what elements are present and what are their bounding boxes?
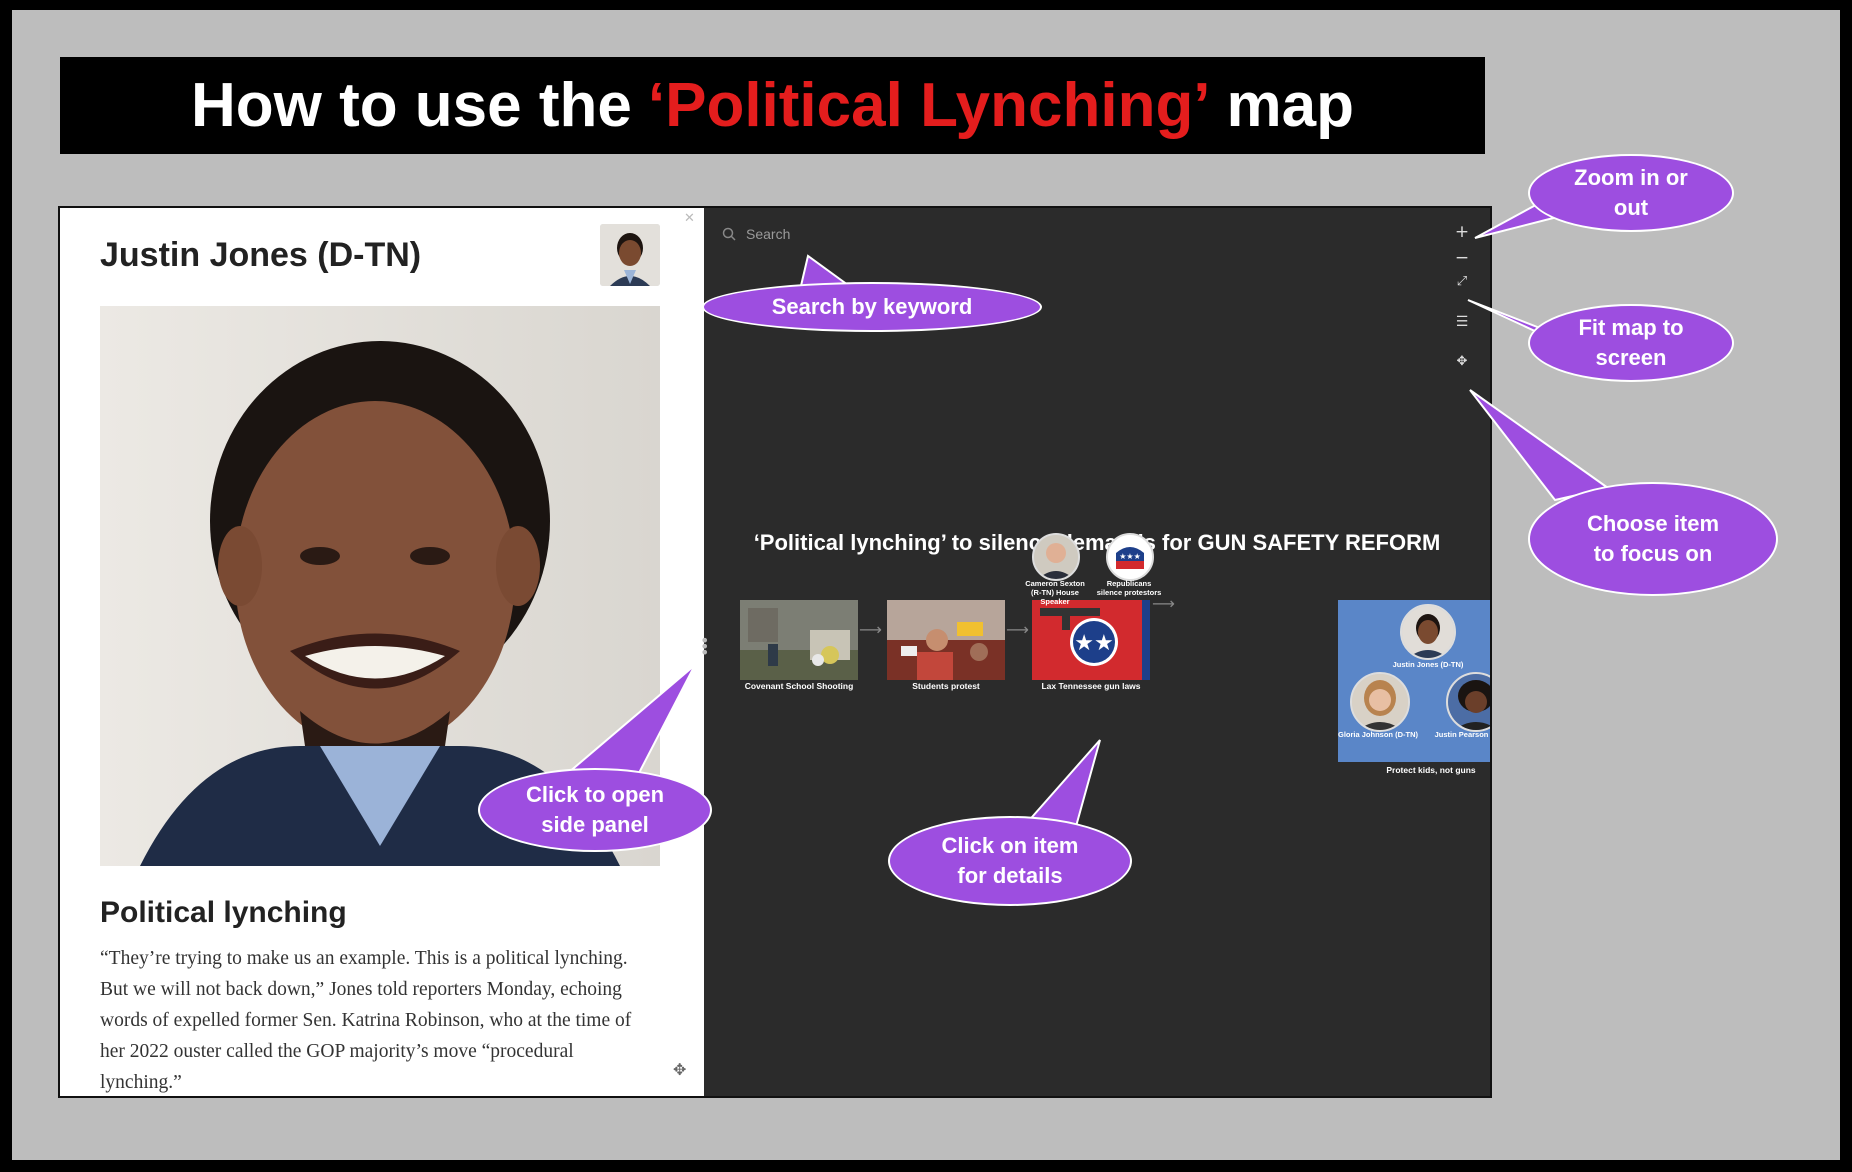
avatar-justin-jones[interactable] [1400,604,1456,660]
callout-fit: Fit map to screen [1528,304,1734,382]
person-name: Justin Jones (D-TN) [100,236,422,274]
close-icon[interactable]: ✕ [684,211,695,226]
avatar-caption: Cameron Sexton (R-TN) House Speaker [1025,579,1085,606]
callout-focus: Choose item to focus on [1528,482,1778,596]
protest-photo [887,600,1005,680]
map-title: ‘Political lynching’ to silence demands … [753,530,1441,555]
search-input[interactable]: Search [746,226,790,242]
side-panel: Justin Jones (D-TN) ✕ Political lynching… [60,208,704,1096]
svg-text:★★★: ★★★ [1119,552,1141,561]
avatar-justin-pearson[interactable] [1446,672,1490,732]
title-banner: How to use the ‘Political Lynching’ map [60,57,1485,154]
zoom-out-icon[interactable]: − [1452,248,1472,268]
person-thumbnail [600,224,660,286]
avatar-caption: Republicans silence protestors [1096,579,1162,597]
search-bar[interactable]: Search [722,222,1142,246]
callout-zoom: Zoom in or out [1528,154,1734,232]
avatar-gloria-johnson[interactable] [1350,672,1410,732]
callout-search: Search by keyword [702,282,1042,332]
fit-screen-icon[interactable]: ⤢ [1452,272,1472,292]
zoom-in-icon[interactable]: + [1452,222,1472,242]
title-prefix: How to use the [190,71,632,140]
node-caption: Protect kids, not guns [1386,765,1476,775]
focus-icon[interactable]: ✥ [1452,352,1472,372]
svg-text:★★: ★★ [1074,631,1113,656]
avatar-cameron-sexton[interactable] [1032,533,1080,581]
tennessee-flag-image: ★★ [1032,600,1150,680]
edge-arrow: ⟶ [1006,620,1029,639]
title-suffix: map [1226,71,1355,140]
node-caption: Covenant School Shooting [744,681,854,691]
node-caption: Lax Tennessee gun laws [1041,681,1141,691]
avatar-caption: Justin Jones (D-TN) [1392,660,1464,669]
map-canvas[interactable]: Search + − ⤢ ☰ ✥ ‘Political lynching’ to… [704,208,1490,1096]
map-node-gun-laws[interactable]: ★★ Lax Tennessee gun laws [1032,600,1150,691]
avatar-caption: Gloria Johnson (D-TN) [1338,730,1418,739]
app-screenshot: Justin Jones (D-TN) ✕ Political lynching… [58,206,1492,1098]
edge-arrow: ⟶ [859,620,882,639]
title-highlight: ‘Political Lynching’ [647,71,1211,140]
search-icon [722,227,736,241]
map-group-protect-kids[interactable]: Justin Jones (D-TN) Gloria Johnson (D-TN… [1338,600,1490,762]
panel-drag-handle[interactable]: • • • [700,633,709,661]
avatar-caption: Justin Pearson (D-TN) [1434,730,1490,739]
node-caption: Students protest [912,681,980,691]
map-node-covenant[interactable]: Covenant School Shooting [740,600,858,691]
callout-side-panel: Click to open side panel [478,768,712,852]
callout-details: Click on item for details [888,816,1132,906]
quote-text: “They’re trying to make us an example. T… [100,948,632,1093]
section-title: Political lynching [100,896,347,929]
map-node-students-protest[interactable]: Students protest [887,600,1005,691]
focus-icon[interactable]: ✥ [673,1060,686,1079]
covenant-photo [740,600,858,680]
avatar-republicans[interactable]: ★★★ [1106,533,1154,581]
filter-icon[interactable]: ☰ [1452,312,1472,332]
